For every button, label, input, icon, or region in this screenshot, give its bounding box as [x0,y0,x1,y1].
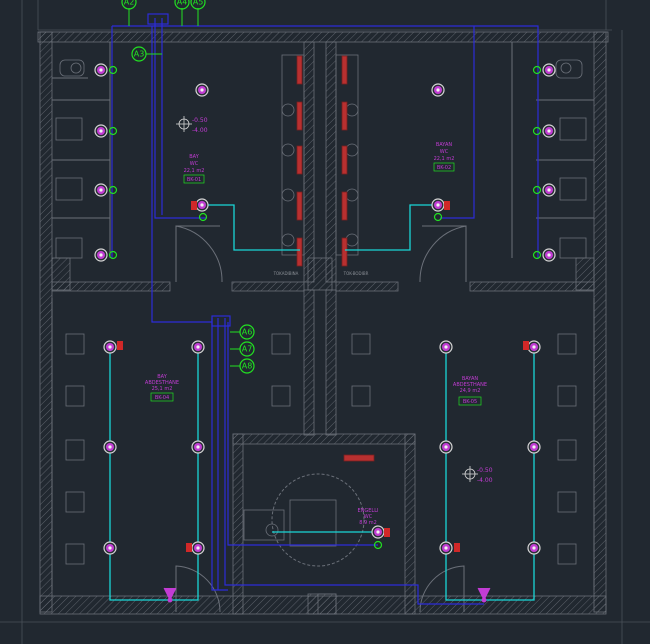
ceiling-lamp-icon [103,340,117,354]
tag-a6: A6 [239,324,255,340]
shower-level-top: -0.50 [477,467,493,474]
ceiling-lamp-icon [191,541,205,555]
room-wc-women-line2: WC [440,149,449,155]
shower-level-bottom: -4.00 [477,477,493,484]
room-wc-disabled-area: 8,9 m2 [359,520,377,526]
room-label-wc-men: BAY WC 22,1 m2 BK-01 [184,154,205,184]
circuit-tags: A2 A4 A5 A3 A6 A7 A8 [121,0,255,374]
ceiling-lamp-icon [542,183,556,197]
sockets [108,65,542,550]
ceiling-lamp-icon [94,183,108,197]
ceiling-lamp-icon [195,83,209,97]
ceiling-lamp-icon [439,440,453,454]
level-marker-shower: -0.50 -4.00 [462,466,493,484]
ceiling-lamp-icon [103,440,117,454]
electrical-floor-plan: -0.50 -4.00 -0.50 -4.00 BAY WC 22,1 m2 B… [0,0,650,644]
ceiling-lamp-icon [191,340,205,354]
walls [37,31,609,615]
door-label-right: TOK-BODIBR [343,271,369,276]
ceiling-lamp-icon [195,198,209,212]
tag-a5: A5 [190,0,206,10]
svg-text:A8: A8 [242,362,253,371]
tag-a7: A7 [239,341,255,357]
ceiling-lamp-icon [94,63,108,77]
ceiling-lamp-icon [439,340,453,354]
ceiling-lamp-icon [527,340,541,354]
ceiling-lamp-icon [527,541,541,555]
svg-text:A2: A2 [124,0,135,7]
blue-circuit [111,13,539,605]
ceiling-lamp-icon [542,248,556,262]
room-shower-men-area: 25,1 m2 [152,386,173,392]
room-wc-women-area: 22,1 m2 [434,156,455,162]
svg-text:A7: A7 [242,345,253,354]
svg-text:A6: A6 [242,328,253,337]
tag-a3: A3 [131,46,147,62]
wc-level-bottom: -4.00 [192,127,208,134]
room-shower-men-code: BK-04 [155,395,169,401]
room-label-wc-disabled: ENGELLI WC 8,9 m2 [358,508,379,526]
door-label-left: TOKADIBINA [273,271,299,276]
room-wc-men-area: 22,1 m2 [184,168,205,174]
level-marker-wc: -0.50 -4.00 [176,116,208,134]
room-shower-women-area: 24,9 m2 [460,388,481,394]
ceiling-lamp-icon [527,440,541,454]
tag-a4: A4 [174,0,190,10]
svg-text:A4: A4 [177,0,188,7]
ceiling-lamp-icon [191,440,205,454]
room-wc-men-line1: BAY [189,154,199,160]
ceiling-lamp-icon [431,198,445,212]
ceiling-lamp-icon [542,63,556,77]
tag-a2: A2 [121,0,137,10]
ceiling-lamp-icon [103,541,117,555]
wc-level-top: -0.50 [192,117,208,124]
room-wc-men-line2: WC [190,161,199,167]
room-label-wc-women: BAYAN WC 22,1 m2 BK-02 [434,142,455,172]
room-wc-men-code: BK-01 [187,177,201,183]
svg-text:A3: A3 [134,50,145,59]
ceiling-lamp-icon [94,248,108,262]
room-label-shower-men: BAY ABDESTHANE 25,1 m2 BK-04 [145,374,179,402]
tag-a8: A8 [239,358,255,374]
svg-text:A5: A5 [193,0,204,7]
ceiling-lamp-icon [94,124,108,138]
ceiling-lamp-icon [431,83,445,97]
ceiling-lamp-icon [371,525,385,539]
room-label-shower-women: BAYAN ABDESTHANE 24,9 m2 BK-05 [453,376,487,406]
structure-grid [0,0,650,644]
room-shower-women-code: BK-05 [463,399,477,405]
room-wc-women-line1: BAYAN [436,142,453,148]
ceiling-lamp-icon [542,124,556,138]
room-wc-women-code: BK-02 [437,165,451,171]
ceiling-lamp-icon [439,541,453,555]
